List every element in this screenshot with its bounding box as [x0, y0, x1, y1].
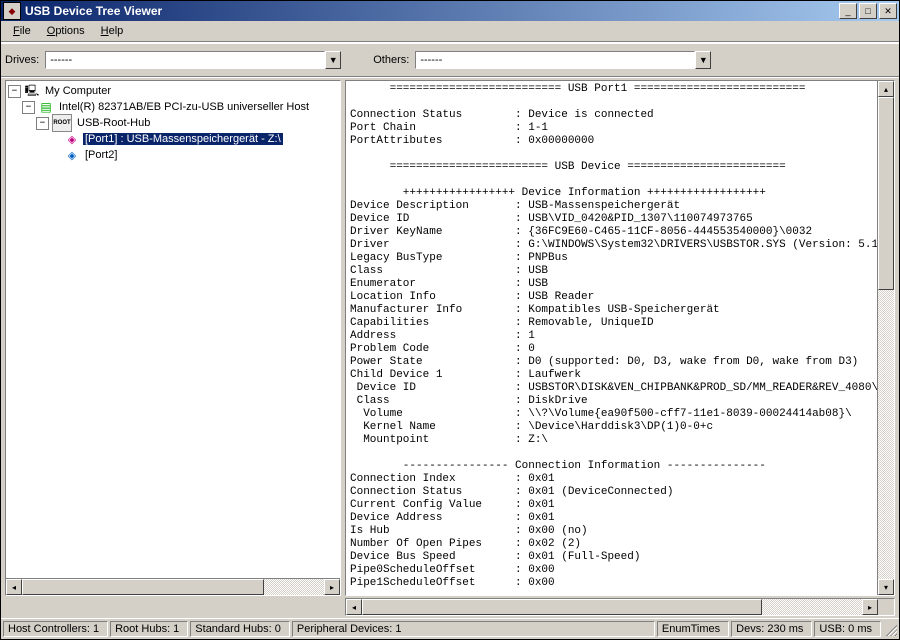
usb-port-icon: ◈: [64, 147, 80, 163]
resize-grip-icon[interactable]: [883, 622, 897, 636]
menu-options[interactable]: Options: [39, 23, 93, 39]
details-text-area[interactable]: ========================== USB Port1 ===…: [346, 81, 877, 595]
close-button[interactable]: ✕: [879, 3, 897, 19]
others-label: Others:: [373, 54, 409, 66]
maximize-button[interactable]: □: [859, 3, 877, 19]
main-area: − 🖳 My Computer − ▤ Intel(R) 82371AB/EB …: [1, 77, 899, 598]
menu-help[interactable]: Help: [93, 23, 132, 39]
toolbar: Drives: ▼ Others: ▼: [1, 43, 899, 77]
menu-file[interactable]: File: [5, 23, 39, 39]
drives-label: Drives:: [5, 54, 39, 66]
others-input[interactable]: [415, 51, 695, 69]
collapse-icon[interactable]: −: [36, 117, 49, 130]
statusbar: Host Controllers: 1 Root Hubs: 1 Standar…: [1, 618, 899, 639]
status-root-hubs: Root Hubs: 1: [110, 621, 188, 637]
menu-help-label: elp: [109, 25, 124, 37]
status-enumtimes: EnumTimes: [657, 621, 729, 637]
app-icon: ◆: [3, 2, 21, 20]
scroll-corner: [878, 599, 894, 615]
menubar: File Options Help: [1, 21, 899, 42]
status-peripheral-devices: Peripheral Devices: 1: [292, 621, 655, 637]
menu-options-label: ptions: [55, 25, 84, 37]
root-hub-icon: ROOT: [52, 114, 72, 132]
tree-label: USB-Root-Hub: [75, 117, 152, 129]
tree-node-port1[interactable]: ◈ [Port1] : USB-Massenspeichergerät - Z:…: [8, 131, 340, 147]
scroll-up-icon[interactable]: ▴: [878, 81, 894, 97]
tree-node-controller[interactable]: − ▤ Intel(R) 82371AB/EB PCI-zu-USB unive…: [8, 99, 340, 115]
tree-panel: − 🖳 My Computer − ▤ Intel(R) 82371AB/EB …: [5, 80, 341, 596]
window-title: USB Device Tree Viewer: [25, 4, 837, 18]
usb-device-icon: ◈: [64, 131, 80, 147]
tree-label: My Computer: [43, 85, 113, 97]
computer-icon: 🖳: [24, 83, 40, 99]
scroll-left-icon[interactable]: ◂: [6, 579, 22, 595]
tree-label-selected: [Port1] : USB-Massenspeichergerät - Z:\: [83, 133, 283, 145]
drives-combo[interactable]: ▼: [45, 50, 341, 70]
scroll-left-icon[interactable]: ◂: [346, 599, 362, 615]
drives-input[interactable]: [45, 51, 325, 69]
details-panel: ========================== USB Port1 ===…: [343, 78, 899, 598]
app-window: ◆ USB Device Tree Viewer _ □ ✕ File Opti…: [0, 0, 900, 640]
status-devs-time: Devs: 230 ms: [731, 621, 812, 637]
status-usb-time: USB: 0 ms: [814, 621, 881, 637]
controller-icon: ▤: [38, 99, 54, 115]
menu-file-label: ile: [20, 25, 31, 37]
details-vscrollbar[interactable]: ▴ ▾: [877, 81, 894, 595]
minimize-button[interactable]: _: [839, 3, 857, 19]
collapse-icon[interactable]: −: [22, 101, 35, 114]
collapse-icon[interactable]: −: [8, 85, 21, 98]
status-host-controllers: Host Controllers: 1: [3, 621, 108, 637]
titlebar: ◆ USB Device Tree Viewer _ □ ✕: [1, 1, 899, 21]
details-hscrollbar[interactable]: ◂ ▸: [345, 598, 895, 616]
scroll-down-icon[interactable]: ▾: [878, 579, 894, 595]
tree-label: Intel(R) 82371AB/EB PCI-zu-USB universel…: [57, 101, 311, 113]
tree-hscrollbar[interactable]: ◂ ▸: [6, 578, 340, 595]
drives-dropdown-icon[interactable]: ▼: [325, 51, 341, 69]
tree-node-hub[interactable]: − ROOT USB-Root-Hub: [8, 115, 340, 131]
details-content: ========================== USB Port1 ===…: [346, 81, 877, 595]
others-dropdown-icon[interactable]: ▼: [695, 51, 711, 69]
scroll-right-icon[interactable]: ▸: [862, 599, 878, 615]
others-combo[interactable]: ▼: [415, 50, 711, 70]
tree-node-computer[interactable]: − 🖳 My Computer: [8, 83, 340, 99]
scroll-right-icon[interactable]: ▸: [324, 579, 340, 595]
tree-node-port2[interactable]: ◈ [Port2]: [8, 147, 340, 163]
status-standard-hubs: Standard Hubs: 0: [190, 621, 290, 637]
device-tree[interactable]: − 🖳 My Computer − ▤ Intel(R) 82371AB/EB …: [6, 81, 340, 578]
tree-label: [Port2]: [83, 149, 119, 161]
